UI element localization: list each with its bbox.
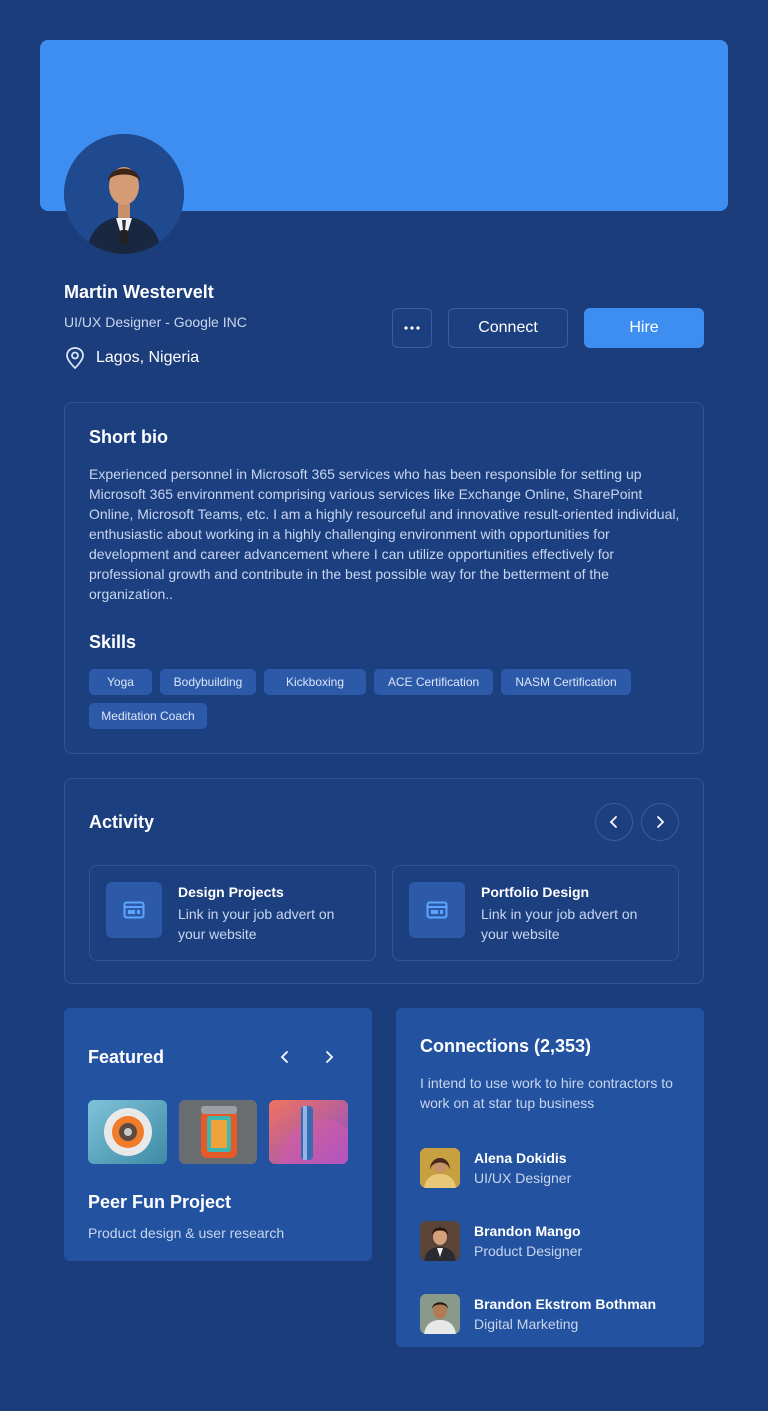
profile-avatar[interactable] bbox=[64, 134, 184, 254]
hire-button[interactable]: Hire bbox=[584, 308, 704, 348]
featured-project-title: Peer Fun Project bbox=[88, 1192, 232, 1212]
profile-name: Martin Westervelt bbox=[64, 282, 214, 302]
connections-heading: Connections (2,353) bbox=[420, 1036, 592, 1056]
more-dots-icon bbox=[404, 326, 420, 330]
featured-thumbnail[interactable] bbox=[88, 1100, 167, 1164]
profile-job-title: UI/UX Designer - Google INC bbox=[64, 314, 247, 330]
browser-window-icon bbox=[409, 882, 465, 938]
bio-card: Short bio Experienced personnel in Micro… bbox=[64, 402, 704, 754]
chevron-left-icon bbox=[280, 1051, 288, 1063]
bio-text: Experienced personnel in Microsoft 365 s… bbox=[89, 466, 680, 602]
avatar bbox=[420, 1147, 460, 1188]
connection-name: Alena Dokidis bbox=[474, 1149, 567, 1166]
featured-card: Featured Peer Fun Project Product design… bbox=[64, 1008, 372, 1261]
featured-project-subtitle: Product design & user research bbox=[88, 1225, 285, 1241]
connections-card: Connections (2,353) I intend to use work… bbox=[396, 1008, 704, 1347]
connection-role: UI/UX Designer bbox=[474, 1169, 572, 1186]
connection-name: Brandon Mango bbox=[474, 1222, 581, 1239]
chevron-right-icon bbox=[326, 1051, 334, 1063]
activity-next-button[interactable] bbox=[641, 803, 679, 841]
activity-item-title: Portfolio Design bbox=[481, 884, 590, 900]
activity-prev-button[interactable] bbox=[595, 803, 633, 841]
skills-heading: Skills bbox=[89, 632, 137, 652]
activity-heading: Activity bbox=[89, 811, 155, 832]
bio-heading: Short bio bbox=[89, 427, 168, 447]
connect-button[interactable]: Connect bbox=[448, 308, 568, 348]
avatar bbox=[420, 1220, 460, 1261]
connection-role: Digital Marketing bbox=[474, 1315, 579, 1332]
chevron-right-icon bbox=[657, 816, 665, 828]
profile-location: Lagos, Nigeria bbox=[64, 346, 199, 370]
featured-next-button[interactable] bbox=[316, 1044, 342, 1070]
map-pin-icon bbox=[66, 347, 84, 370]
skill-chip[interactable]: NASM Certification bbox=[501, 669, 631, 695]
featured-thumbnail[interactable] bbox=[178, 1100, 258, 1164]
activity-item-desc: Link in your job advert on your website bbox=[481, 906, 638, 942]
featured-heading: Featured bbox=[88, 1046, 165, 1067]
skill-chip[interactable]: Meditation Coach bbox=[89, 703, 207, 729]
featured-prev-button[interactable] bbox=[272, 1044, 298, 1070]
skill-chip[interactable]: Bodybuilding bbox=[160, 669, 256, 695]
connection-role: Product Designer bbox=[474, 1242, 583, 1259]
featured-thumbnail[interactable] bbox=[269, 1100, 349, 1164]
connection-item[interactable]: Brandon Ekstrom Bothman Digital Marketin… bbox=[420, 1277, 680, 1350]
location-text: Lagos, Nigeria bbox=[96, 349, 200, 366]
activity-item-title: Design Projects bbox=[178, 884, 284, 900]
connection-name: Brandon Ekstrom Bothman bbox=[474, 1295, 657, 1312]
connection-item[interactable]: Alena Dokidis UI/UX Designer bbox=[420, 1131, 680, 1204]
activity-item-desc: Link in your job advert on your website bbox=[178, 906, 335, 942]
skill-chip[interactable]: Kickboxing bbox=[264, 669, 366, 695]
avatar bbox=[420, 1293, 460, 1334]
browser-window-icon bbox=[106, 882, 162, 938]
activity-item[interactable]: Design Projects Link in your job advert … bbox=[89, 865, 376, 961]
activity-card: Activity Design Projects Link in your jo… bbox=[64, 778, 704, 984]
skill-chip[interactable]: Yoga bbox=[89, 669, 152, 695]
connection-item[interactable]: Brandon Mango Product Designer bbox=[420, 1204, 680, 1277]
skill-chip[interactable]: ACE Certification bbox=[374, 669, 493, 695]
connections-description: I intend to use work to hire contractors… bbox=[420, 1075, 673, 1111]
skills-chips: Yoga Bodybuilding Kickboxing ACE Certifi… bbox=[89, 669, 649, 729]
chevron-left-icon bbox=[609, 816, 617, 828]
activity-item[interactable]: Portfolio Design Link in your job advert… bbox=[392, 865, 679, 961]
more-options-button[interactable] bbox=[392, 308, 432, 348]
